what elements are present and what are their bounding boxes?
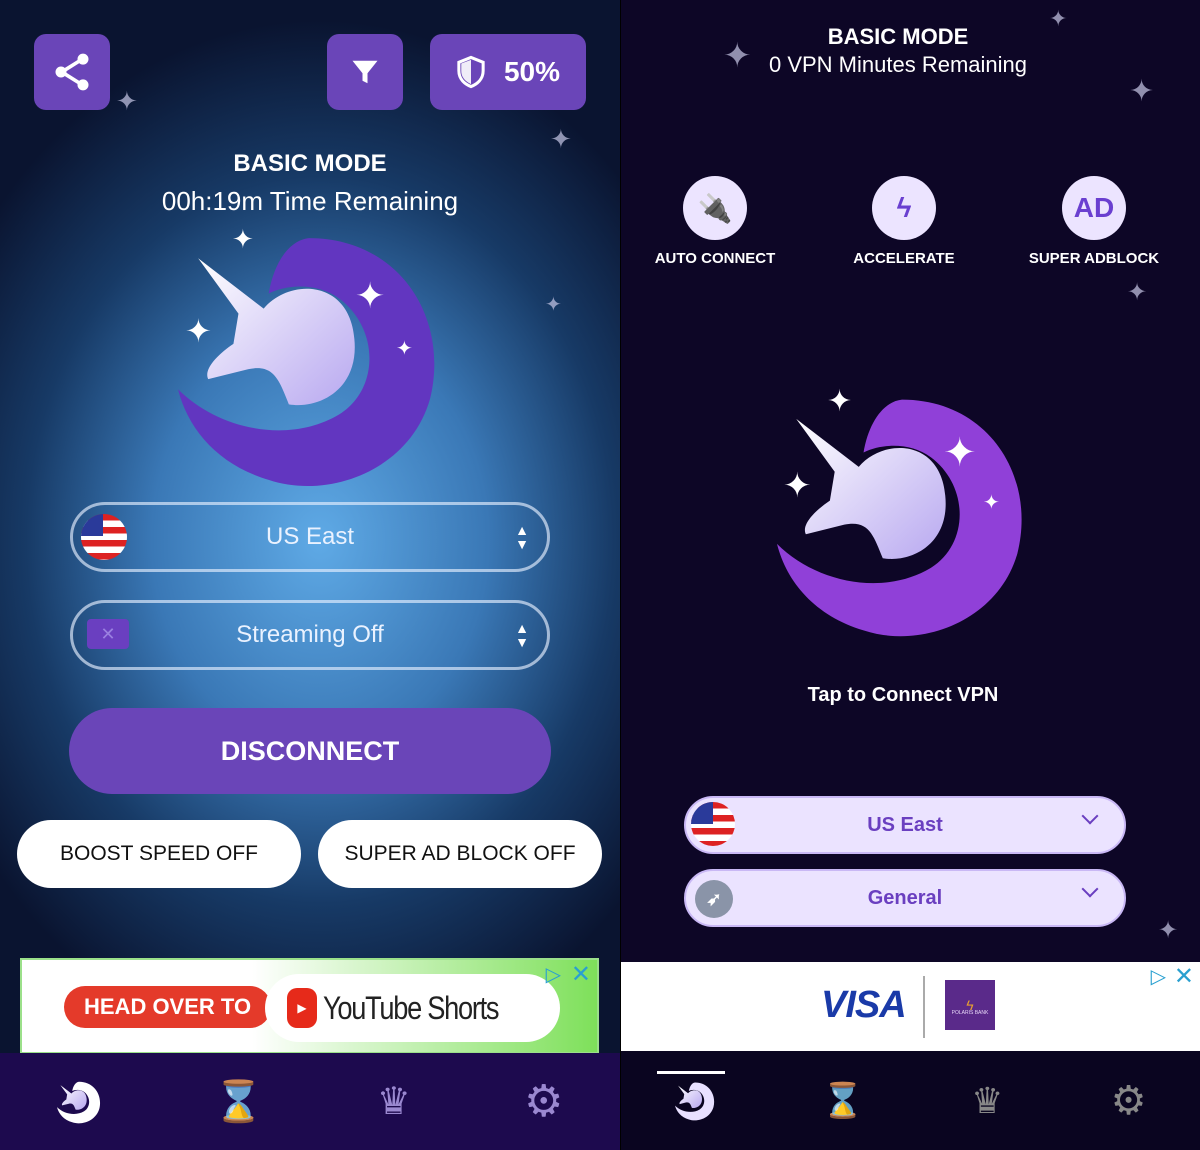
chevron-down-icon — [1081, 807, 1099, 825]
ad-close-icon[interactable]: ✕ — [571, 960, 591, 989]
sparkle-icon: ✦ — [827, 385, 853, 418]
us-flag-icon — [691, 802, 735, 846]
location-select[interactable]: US East — [684, 796, 1126, 854]
time-remaining: 00h:19m Time Remaining — [161, 186, 459, 216]
mode-title: BASIC MODE — [827, 24, 969, 49]
tv-off-icon: ✕ — [87, 619, 129, 649]
up-down-arrows-icon: ▲ ▼ — [515, 620, 529, 650]
crown-icon[interactable]: ♛ — [971, 1080, 1003, 1122]
ad-banner[interactable]: VISA ϟ POLARIS BANK ▷ ✕ — [621, 962, 1200, 1051]
location-value: US East — [265, 523, 355, 550]
ad-choices-icon[interactable]: ▷ — [1151, 964, 1166, 989]
sparkle-icon: ✦ — [943, 431, 977, 475]
share-button[interactable] — [34, 34, 110, 110]
hourglass-icon[interactable]: ⌛ — [214, 1078, 264, 1125]
ad-choices-icon[interactable]: ▷ — [546, 962, 561, 987]
up-down-arrows-icon: ▲ ▼ — [515, 522, 529, 552]
sparkle-icon: ✦ — [1129, 75, 1155, 108]
protocol-value: General — [867, 886, 943, 909]
minutes-remaining: 0 VPN Minutes Remaining — [768, 52, 1027, 77]
share-icon — [55, 53, 89, 91]
accelerate-button[interactable]: ϟ ACCELERATE — [804, 176, 1004, 267]
plug-icon: 🔌 — [683, 176, 747, 240]
super-adblock-label: SUPER ADBLOCK — [1028, 250, 1160, 267]
protection-level-button[interactable]: 50% — [430, 34, 586, 110]
ad-tag: HEAD OVER TO — [64, 986, 272, 1028]
sparkle-icon: ✦ — [355, 275, 386, 316]
protocol-select[interactable]: ➶ General — [684, 869, 1126, 927]
super-ad-block-button[interactable]: SUPER AD BLOCK OFF — [318, 820, 602, 888]
sparkle-icon: ✦ — [1158, 917, 1179, 944]
sparkle-icon: ✦ — [185, 313, 212, 349]
unicorn-icon[interactable] — [675, 1081, 715, 1121]
super-adblock-button[interactable]: AD SUPER ADBLOCK — [994, 176, 1194, 267]
unicorn-icon[interactable] — [57, 1080, 101, 1124]
us-flag-icon — [81, 514, 127, 560]
bottom-nav: ⌛ ♛ ⚙ — [0, 1053, 620, 1150]
polaris-bank-logo: ϟ POLARIS BANK — [945, 980, 995, 1030]
chevron-down-icon — [1081, 880, 1099, 898]
ad-brand: YouTube Shorts — [323, 989, 499, 1026]
protection-percent: 50% — [503, 56, 561, 87]
mode-title: BASIC MODE — [233, 150, 387, 177]
filter-icon — [352, 60, 378, 84]
vpn-screen-disconnected: ✦ ✦ ✦ ✦ ✦ BASIC MODE 0 VPN Minutes Remai… — [621, 0, 1200, 1150]
location-value: US East — [867, 813, 943, 836]
shield-icon — [457, 55, 485, 89]
sparkle-icon: ✦ — [232, 224, 254, 254]
rocket-icon: ➶ — [695, 880, 733, 918]
youtube-shorts-icon: ▶ — [287, 988, 317, 1028]
streaming-select[interactable]: ✕ Streaming Off ▲ ▼ — [70, 600, 550, 670]
streaming-value: Streaming Off — [236, 621, 384, 648]
active-tab-indicator — [657, 1071, 725, 1074]
sparkle-icon: ✦ — [545, 294, 562, 316]
sparkle-icon: ✦ — [983, 492, 1000, 514]
vpn-screen-connected: 50% ✦ ✦ ✦ BASIC MODE 00h:19m Time Remain… — [0, 0, 620, 1150]
sparkle-icon: ✦ — [1127, 279, 1148, 306]
sparkle-icon: ✦ — [783, 467, 812, 505]
disconnect-button[interactable]: DISCONNECT — [69, 708, 551, 794]
gear-icon[interactable]: ⚙ — [1111, 1078, 1147, 1124]
lightning-off-icon: ϟ — [872, 176, 936, 240]
hourglass-icon[interactable]: ⌛ — [822, 1081, 864, 1121]
ad-banner[interactable]: HEAD OVER TO ▶ YouTube Shorts ▷ ✕ — [20, 958, 599, 1054]
accelerate-label: ACCELERATE — [853, 250, 955, 267]
connect-prompt: Tap to Connect VPN — [807, 684, 999, 706]
ad-divider — [923, 976, 925, 1038]
location-select[interactable]: US East ▲ ▼ — [70, 502, 550, 572]
sparkle-icon: ✦ — [396, 338, 413, 360]
sparkle-icon: ✦ — [116, 86, 138, 116]
polaris-bank-text: POLARIS BANK — [951, 1010, 989, 1016]
visa-logo: VISA — [821, 984, 907, 1026]
gear-icon[interactable]: ⚙ — [524, 1076, 563, 1127]
filter-button[interactable] — [327, 34, 403, 110]
ad-close-icon[interactable]: ✕ — [1174, 962, 1194, 991]
auto-connect-label: AUTO CONNECT — [654, 250, 776, 267]
connect-vpn-button[interactable] — [777, 390, 1027, 640]
bottom-nav: ⌛ ♛ ⚙ — [621, 1051, 1200, 1150]
boost-speed-button[interactable]: BOOST SPEED OFF — [17, 820, 301, 888]
crown-icon[interactable]: ♛ — [377, 1079, 411, 1124]
auto-connect-button[interactable]: 🔌 AUTO CONNECT — [621, 176, 815, 267]
ad-icon: AD — [1062, 176, 1126, 240]
